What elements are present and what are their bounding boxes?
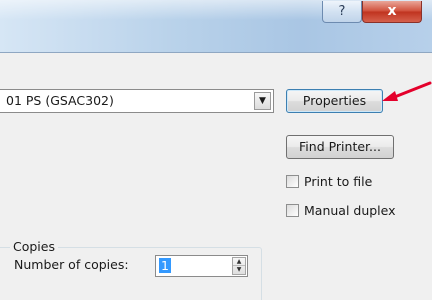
manual-duplex-label: Manual duplex xyxy=(304,203,396,218)
spin-up-icon[interactable]: ▲ xyxy=(233,258,245,266)
print-to-file-checkbox[interactable] xyxy=(286,175,299,188)
find-printer-button[interactable]: Find Printer... xyxy=(286,135,394,159)
copies-group-title: Copies xyxy=(10,239,58,254)
number-of-copies-label: Number of copies: xyxy=(14,257,129,272)
title-bar[interactable]: ? x xyxy=(0,0,432,52)
annotation-arrow-icon xyxy=(382,81,432,101)
number-of-copies-input[interactable]: 1 ▲ ▼ xyxy=(155,255,248,277)
chevron-down-icon[interactable]: ▼ xyxy=(254,92,271,110)
number-of-copies-value: 1 xyxy=(159,258,171,273)
printer-name-value: 01 PS (GSAC302) xyxy=(6,93,114,108)
printer-name-select[interactable]: 01 PS (GSAC302) ▼ xyxy=(0,89,274,113)
help-button[interactable]: ? xyxy=(322,1,362,23)
print-dialog: 01 PS (GSAC302) ▼ Properties Find Printe… xyxy=(0,52,432,300)
manual-duplex-checkbox[interactable] xyxy=(286,204,299,217)
spin-down-icon[interactable]: ▼ xyxy=(233,266,245,274)
properties-button[interactable]: Properties xyxy=(286,89,383,113)
copies-spinner[interactable]: ▲ ▼ xyxy=(232,257,246,275)
close-button[interactable]: x xyxy=(362,1,422,23)
print-to-file-label: Print to file xyxy=(304,174,373,189)
